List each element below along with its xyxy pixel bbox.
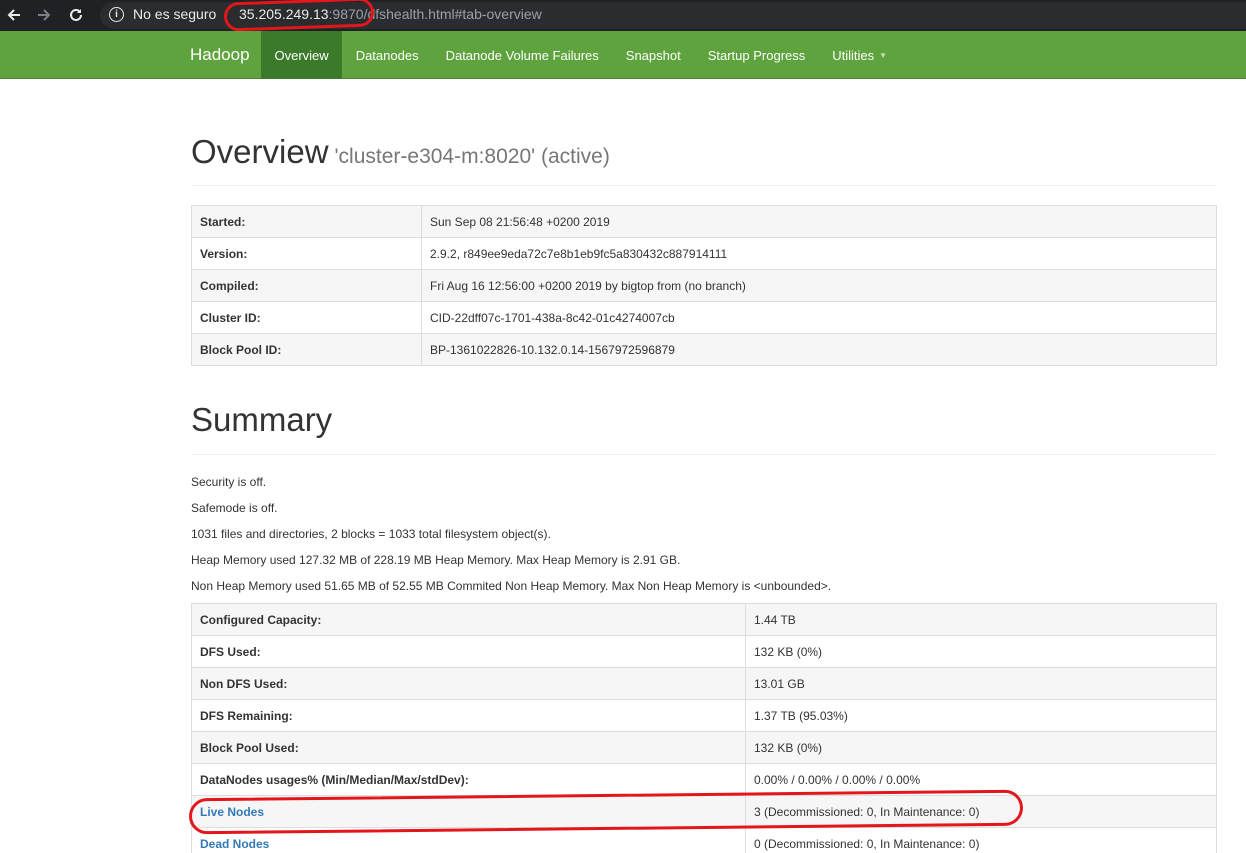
table-row: Configured Capacity: 1.44 TB <box>191 603 1217 636</box>
red-annotation-circle <box>223 0 375 32</box>
divider <box>191 185 1217 186</box>
overview-table: Started: Sun Sep 08 21:56:48 +0200 2019 Ve… <box>191 205 1217 366</box>
row-label: DFS Used: <box>191 635 746 668</box>
nav-menu: Overview Datanodes Datanode Volume Failure… <box>261 31 901 79</box>
table-row: DFS Used: 132 KB (0%) <box>191 635 1217 668</box>
tab-startup-progress[interactable]: Startup Progress <box>694 31 819 79</box>
tab-label: Snapshot <box>625 47 681 63</box>
table-row: Block Pool Used: 132 KB (0%) <box>191 731 1217 764</box>
page-title: Overview'cluster-e304-m:8020' (active) <box>191 133 610 171</box>
row-value: Sun Sep 08 21:56:48 +0200 2019 <box>421 205 1217 238</box>
row-value: 0 (Decommissioned: 0, In Maintenance: 0) <box>745 827 1217 853</box>
row-label: Block Pool Used: <box>191 731 746 764</box>
row-label: Compiled: <box>191 269 422 302</box>
row-label: Cluster ID: <box>191 301 422 334</box>
tab-datanode-volume-failures[interactable]: Datanode Volume Failures <box>432 31 612 79</box>
table-row: DataNodes usages% (Min/Median/Max/stdDev… <box>191 763 1217 796</box>
summary-text: Safemode is off. <box>191 501 278 515</box>
tab-label: Datanodes <box>355 47 419 63</box>
tab-label: Utilities <box>832 47 875 63</box>
row-label: Configured Capacity: <box>191 603 746 636</box>
row-label: Block Pool ID: <box>191 333 422 366</box>
row-label: Version: <box>191 237 422 270</box>
table-row: Cluster ID: CID-22dff07c-1701-438a-8c42-0… <box>191 301 1217 334</box>
row-label: Started: <box>191 205 422 238</box>
chevron-down-icon: ▼ <box>879 50 888 60</box>
summary-title: Summary <box>191 401 333 438</box>
table-row: Block Pool ID: BP-1361022826-10.132.0.14-… <box>191 333 1217 366</box>
reload-icon[interactable] <box>66 5 86 25</box>
table-row: Started: Sun Sep 08 21:56:48 +0200 2019 <box>191 205 1217 238</box>
summary-text: Non Heap Memory used 51.65 MB of 52.55 M… <box>191 579 832 593</box>
tab-label: Startup Progress <box>707 47 806 63</box>
row-label: DFS Remaining: <box>191 699 746 732</box>
tab-utilities[interactable]: Utilities ▼ <box>819 31 901 79</box>
tab-label: Datanode Volume Failures <box>445 47 599 63</box>
row-value: Fri Aug 16 12:56:00 +0200 2019 by bigtop… <box>421 269 1217 302</box>
browser-toolbar: i No es seguro 35.205.249.13:9870/dfshea… <box>0 0 1246 32</box>
row-label: DataNodes usages% (Min/Median/Max/stdDev… <box>191 763 746 796</box>
table-row: Compiled: Fri Aug 16 12:56:00 +0200 2019 … <box>191 269 1217 302</box>
row-value: BP-1361022826-10.132.0.14-1567972596879 <box>421 333 1217 366</box>
table-row: Version: 2.9.2, r849ee9eda72c7e8b1eb9fc5a… <box>191 237 1217 270</box>
hadoop-navbar: Hadoop Overview Datanodes Datanode Volume … <box>0 31 1246 79</box>
summary-text: Security is off. <box>191 475 267 489</box>
row-label: Non DFS Used: <box>191 667 746 700</box>
table-row: DFS Remaining: 1.37 TB (95.03%) <box>191 699 1217 732</box>
brand-logo[interactable]: Hadoop <box>190 45 250 65</box>
arrow-right-icon[interactable] <box>34 5 54 25</box>
row-value: 13.01 GB <box>745 667 1217 700</box>
overview-title: Overview <box>191 133 329 170</box>
cluster-subtitle: 'cluster-e304-m:8020' (active) <box>334 145 610 168</box>
table-row: Non DFS Used: 13.01 GB <box>191 667 1217 700</box>
dead-nodes-link[interactable]: Dead Nodes <box>200 837 269 851</box>
arrow-left-icon[interactable] <box>4 5 24 25</box>
tab-datanodes[interactable]: Datanodes <box>342 31 432 79</box>
row-value: 1.37 TB (95.03%) <box>745 699 1217 732</box>
row-value: CID-22dff07c-1701-438a-8c42-01c4274007cb <box>421 301 1217 334</box>
row-value: 2.9.2, r849ee9eda72c7e8b1eb9fc5a830432c8… <box>421 237 1217 270</box>
tab-snapshot[interactable]: Snapshot <box>612 31 694 79</box>
tab-label: Overview <box>274 47 329 63</box>
summary-text: Heap Memory used 127.32 MB of 228.19 MB … <box>191 553 681 567</box>
info-icon[interactable]: i <box>109 7 124 22</box>
row-value: 132 KB (0%) <box>745 635 1217 668</box>
tab-overview[interactable]: Overview <box>261 31 343 79</box>
row-value: 1.44 TB <box>745 603 1217 636</box>
summary-text: 1031 files and directories, 2 blocks = 1… <box>191 527 551 541</box>
security-label[interactable]: No es seguro <box>133 6 216 22</box>
divider <box>191 454 1217 455</box>
row-value: 132 KB (0%) <box>745 731 1217 764</box>
